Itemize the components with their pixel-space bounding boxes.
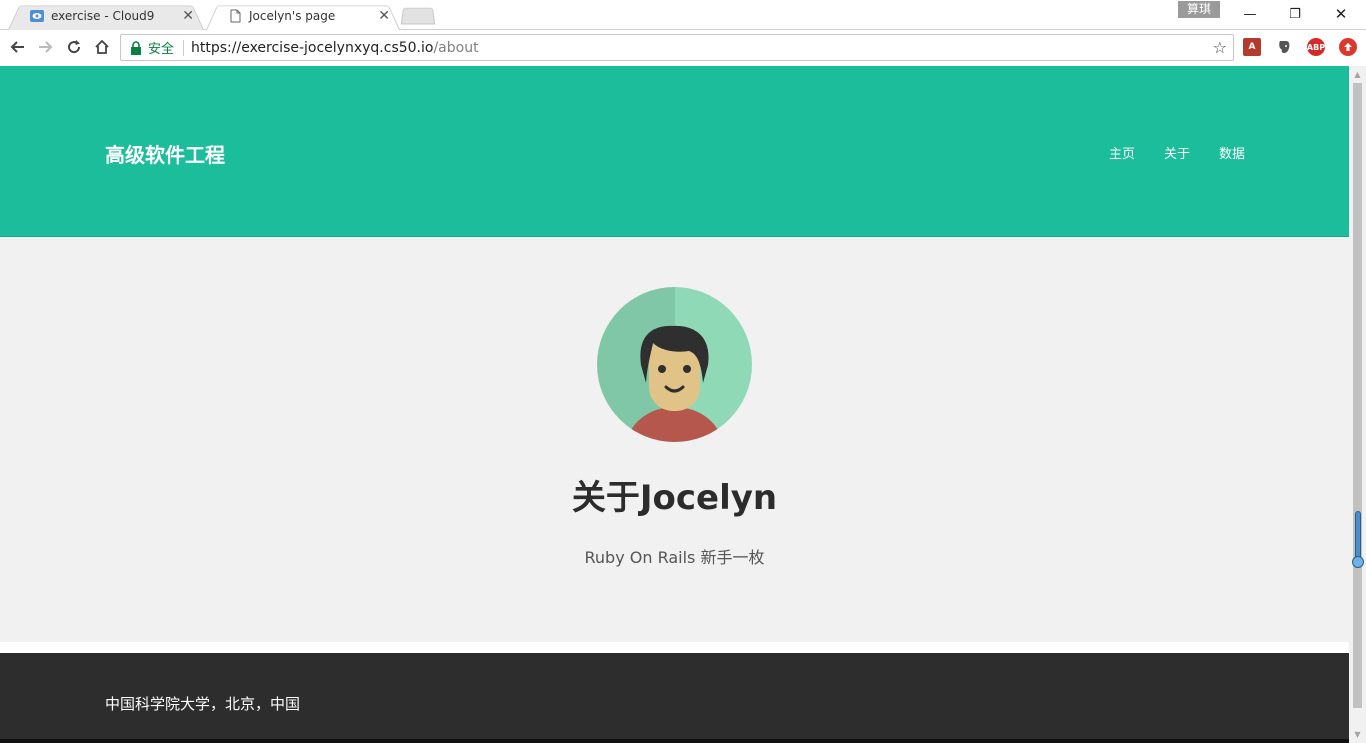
nav-link-about[interactable]: 关于 <box>1164 143 1190 162</box>
close-window-button[interactable]: ✕ <box>1318 0 1364 28</box>
url-path: /about <box>433 39 479 56</box>
page-favicon-icon <box>228 9 242 23</box>
tab-title: Jocelyn's page <box>249 9 336 23</box>
back-icon[interactable] <box>6 35 30 59</box>
scroll-up-icon[interactable]: ▲ <box>1349 66 1366 83</box>
avatar <box>597 287 752 442</box>
browser-toolbar: 安全 https://exercise-jocelynxyq.cs50.io/a… <box>0 30 1366 66</box>
scrollbar-thumb[interactable] <box>1353 83 1362 708</box>
nav-link-home[interactable]: 主页 <box>1109 143 1135 162</box>
site-header: 高级软件工程 主页 关于 数据 <box>0 66 1349 237</box>
nav-link-data[interactable]: 数据 <box>1219 143 1245 162</box>
reload-icon[interactable] <box>62 35 86 59</box>
about-section: 关于Jocelyn Ruby On Rails 新手一枚 <box>0 237 1349 642</box>
about-title: 关于Jocelyn <box>571 478 778 518</box>
upload-icon[interactable] <box>1339 38 1357 56</box>
about-subtitle: Ruby On Rails 新手一枚 <box>584 548 765 567</box>
divider <box>183 39 185 56</box>
footer-address: 中国科学院大学，北京，中国 <box>105 695 301 713</box>
cloud9-favicon-icon <box>30 9 44 23</box>
main-nav: 主页 关于 数据 <box>1109 143 1245 162</box>
home-icon[interactable] <box>90 35 114 59</box>
browser-tab-bar: exercise - Cloud9 ✕ Jocelyn's page ✕ 算琪 … <box>0 0 1366 30</box>
taskbar-edge <box>0 739 1349 743</box>
close-tab-icon[interactable]: ✕ <box>378 8 390 24</box>
adblock-icon[interactable]: ABP <box>1307 38 1325 56</box>
url-host: https://exercise-jocelynxyq.cs50.io <box>191 39 434 56</box>
forward-icon[interactable] <box>33 35 57 59</box>
page-scrollbar[interactable]: ▲ ▼ <box>1349 66 1366 743</box>
star-icon[interactable]: ☆ <box>1213 38 1227 57</box>
tab-title: exercise - Cloud9 <box>51 9 155 23</box>
evernote-icon[interactable] <box>1275 38 1293 56</box>
lock-icon <box>130 40 142 55</box>
address-bar[interactable]: 安全 https://exercise-jocelynxyq.cs50.io/a… <box>120 34 1234 61</box>
user-profile-badge[interactable]: 算琪 <box>1178 1 1220 18</box>
minimize-button[interactable]: — <box>1227 0 1273 28</box>
site-footer: 中国科学院大学，北京，中国 <box>0 653 1349 743</box>
pdf-extension-icon[interactable]: A <box>1243 38 1261 56</box>
scroll-down-icon[interactable]: ▼ <box>1349 726 1366 743</box>
site-brand[interactable]: 高级软件工程 <box>105 139 225 168</box>
page-viewport: 高级软件工程 主页 关于 数据 关于Jocelyn Ruby On Rails … <box>0 66 1349 743</box>
tab-cloud9[interactable]: exercise - Cloud9 ✕ <box>8 2 204 30</box>
close-tab-icon[interactable]: ✕ <box>182 8 194 24</box>
scroll-knob[interactable] <box>1352 556 1364 568</box>
tab-jocelyns-page[interactable]: Jocelyn's page ✕ <box>206 2 400 30</box>
new-tab-button[interactable] <box>400 7 436 25</box>
restore-button[interactable]: ❐ <box>1272 0 1318 28</box>
secure-label: 安全 <box>148 42 175 57</box>
